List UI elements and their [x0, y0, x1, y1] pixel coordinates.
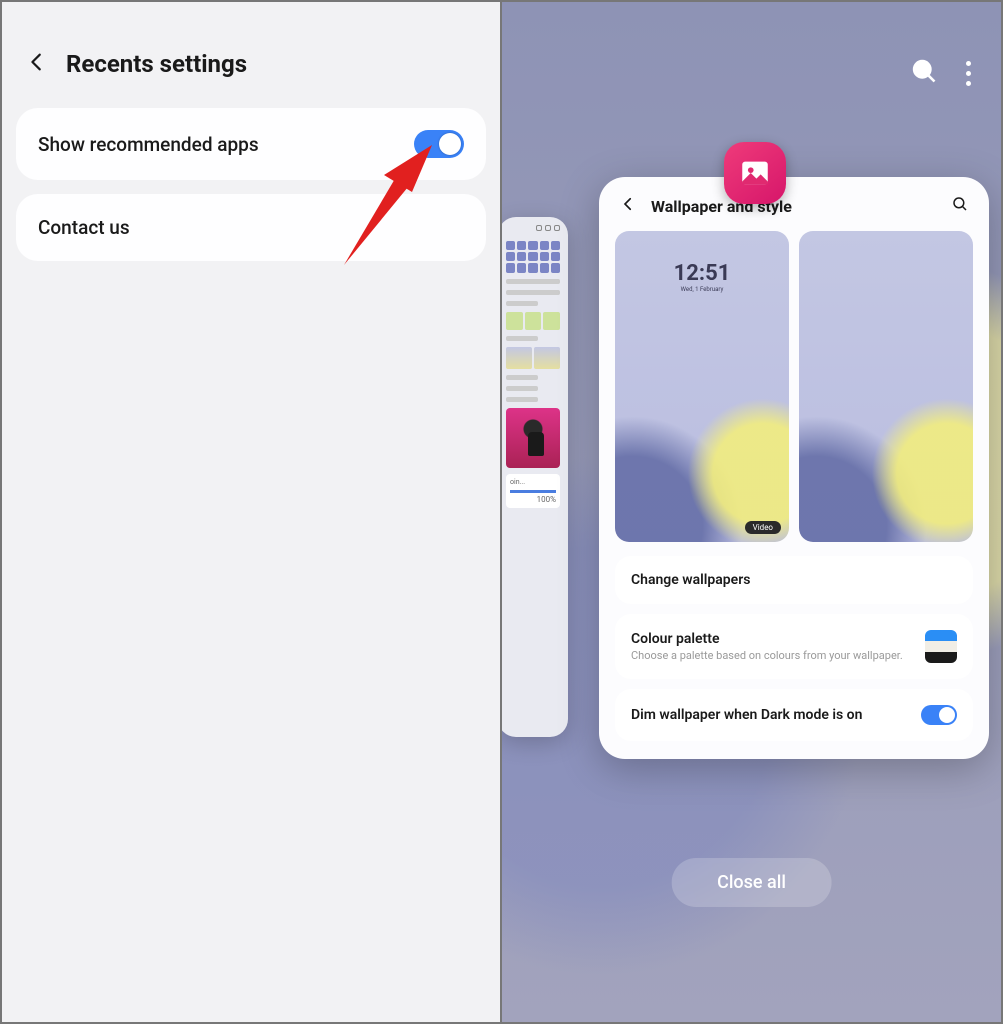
download-percent: 100% [510, 495, 556, 504]
lockscreen-preview[interactable]: 12:51 Wed, 1 February Video [615, 231, 789, 542]
homescreen-preview[interactable] [799, 231, 973, 542]
dim-toggle[interactable] [921, 705, 957, 725]
search-icon[interactable] [951, 195, 969, 217]
search-icon[interactable] [910, 57, 938, 89]
palette-swatch-icon [925, 630, 957, 663]
clock-time: 12:51 [615, 261, 789, 286]
video-badge: Video [745, 521, 781, 534]
header: Recents settings [2, 2, 500, 108]
close-all-label: Close all [717, 872, 786, 893]
setting-label: Contact us [38, 216, 130, 239]
close-all-button[interactable]: Close all [671, 858, 832, 907]
wallpaper-previews: 12:51 Wed, 1 February Video [599, 231, 989, 556]
card-header: Wallpaper and style [599, 177, 989, 231]
settings-screen: Recents settings Show recommended apps C… [0, 0, 501, 1024]
clock-date: Wed, 1 February [615, 286, 789, 293]
download-name: oin... [510, 478, 556, 486]
show-recommended-apps-row[interactable]: Show recommended apps [16, 108, 486, 180]
setting-label: Dim wallpaper when Dark mode is on [631, 707, 862, 723]
back-icon[interactable] [619, 195, 637, 217]
recent-card-wallpaper[interactable]: Wallpaper and style 12:51 Wed, 1 Februar… [599, 177, 989, 759]
setting-subtitle: Choose a palette based on colours from y… [631, 649, 903, 662]
download-card: oin... 100% [506, 474, 560, 508]
photo-thumb [506, 408, 560, 468]
show-recommended-toggle[interactable] [414, 130, 464, 158]
setting-label: Change wallpapers [631, 572, 750, 588]
colour-palette-row[interactable]: Colour palette Choose a palette based on… [615, 614, 973, 679]
dim-wallpaper-row[interactable]: Dim wallpaper when Dark mode is on [615, 689, 973, 741]
top-actions [910, 57, 971, 89]
setting-label: Show recommended apps [38, 133, 259, 156]
setting-label: Colour palette [631, 631, 903, 647]
change-wallpapers-row[interactable]: Change wallpapers [615, 556, 973, 604]
more-icon[interactable] [966, 61, 971, 86]
recent-card-peek[interactable]: oin... 100% [501, 217, 568, 737]
back-icon[interactable] [26, 51, 48, 77]
page-title: Recents settings [66, 50, 247, 78]
recents-screen: oin... 100% Wallpaper and style 12:51 [501, 0, 1003, 1024]
gallery-app-icon[interactable] [724, 142, 786, 204]
contact-us-row[interactable]: Contact us [16, 194, 486, 261]
